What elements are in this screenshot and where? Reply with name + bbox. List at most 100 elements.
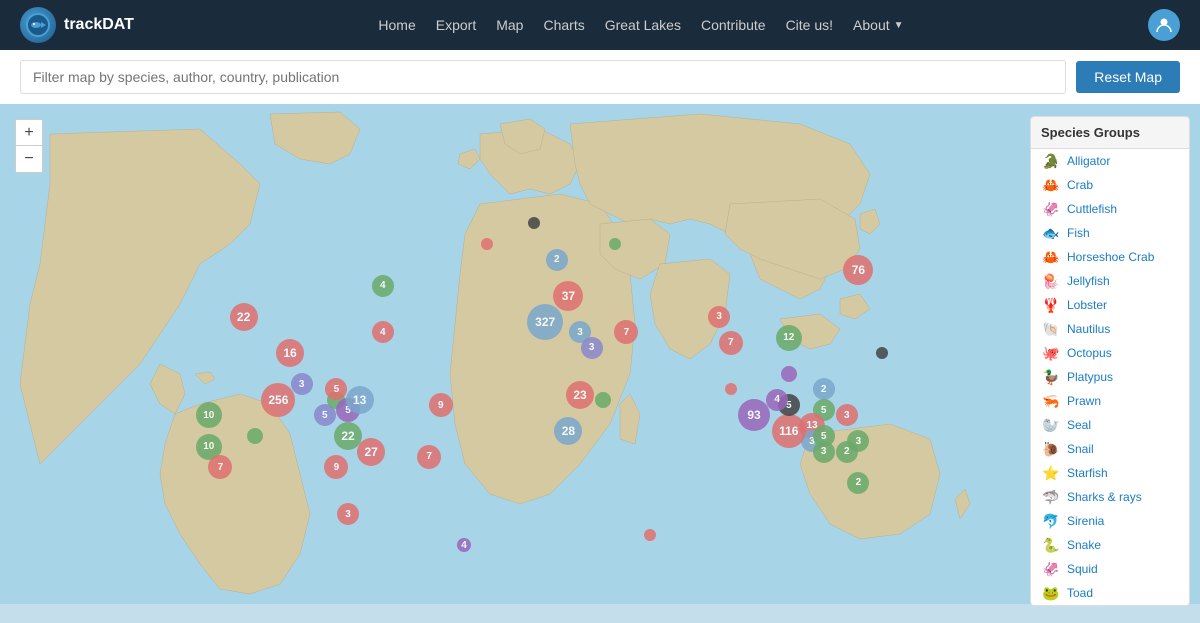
map-marker[interactable] [781,366,797,382]
map-marker[interactable]: 3 [847,430,869,452]
species-item[interactable]: 🦈 Sharks & rays [1031,485,1189,509]
species-name: Starfish [1067,466,1108,480]
zoom-out-button[interactable]: − [16,146,42,172]
logo-text: trackDAT [64,16,134,34]
map-marker[interactable] [595,392,611,408]
map-marker[interactable]: 22 [230,303,258,331]
species-item[interactable]: 🐟 Fish [1031,221,1189,245]
nav-charts[interactable]: Charts [543,17,584,33]
map-marker[interactable] [528,217,540,229]
species-icon: 🐌 [1041,441,1061,457]
chevron-down-icon: ▼ [894,20,904,31]
map-marker[interactable]: 2 [813,378,835,400]
species-item[interactable]: 🦀 Horseshoe Crab [1031,245,1189,269]
species-name: Nautilus [1067,322,1110,336]
species-panel-title: Species Groups [1031,117,1189,149]
map-marker[interactable]: 7 [614,320,638,344]
map-background[interactable]: + − 224416256355135101072227973932737332… [0,104,1200,623]
species-icon: 🐙 [1041,345,1061,361]
species-item[interactable]: 🐊 Alligator [1031,149,1189,173]
zoom-in-button[interactable]: + [16,120,42,146]
map-marker[interactable]: 27 [357,438,385,466]
nav-cite-us[interactable]: Cite us! [786,17,833,33]
map-marker[interactable]: 13 [346,386,374,414]
map-marker[interactable]: 3 [836,404,858,426]
species-item[interactable]: 🦑 Squid [1031,557,1189,581]
map-marker[interactable]: 7 [417,445,441,469]
map-marker[interactable]: 93 [738,399,770,431]
species-icon: 🐬 [1041,513,1061,529]
species-name: Seal [1067,418,1091,432]
map-marker[interactable]: 3 [291,373,313,395]
map-marker[interactable]: 16 [276,339,304,367]
species-item[interactable]: 🐢 Turtle [1031,605,1189,606]
user-avatar[interactable] [1148,9,1180,41]
species-item[interactable]: 🦀 Crab [1031,173,1189,197]
map-marker[interactable]: 12 [776,325,802,351]
nav-great-lakes[interactable]: Great Lakes [605,17,681,33]
species-item[interactable]: 🦞 Lobster [1031,293,1189,317]
species-icon: 🦈 [1041,489,1061,505]
map-marker[interactable]: 9 [324,455,348,479]
species-icon: 🦞 [1041,297,1061,313]
species-name: Snail [1067,442,1094,456]
map-marker[interactable] [481,238,493,250]
map-marker[interactable]: 327 [527,304,563,340]
map-marker[interactable]: 10 [196,402,222,428]
species-name: Prawn [1067,394,1101,408]
map-marker[interactable]: 9 [429,393,453,417]
nav-home[interactable]: Home [378,17,415,33]
map-marker[interactable]: 4 [372,275,394,297]
map-marker[interactable]: 23 [566,381,594,409]
logo[interactable]: trackDAT [20,7,134,43]
map-marker[interactable]: 5 [813,425,835,447]
species-item[interactable]: 🪼 Jellyfish [1031,269,1189,293]
map-marker[interactable]: 28 [554,417,582,445]
species-icon: 🦀 [1041,249,1061,265]
map-marker[interactable] [247,428,263,444]
species-item[interactable]: 🐌 Snail [1031,437,1189,461]
map-marker[interactable]: 3 [337,503,359,525]
species-name: Snake [1067,538,1101,552]
map-marker[interactable]: 5 [325,378,347,400]
species-name: Squid [1067,562,1098,576]
species-item[interactable]: 🐙 Octopus [1031,341,1189,365]
nav-contribute[interactable]: Contribute [701,17,766,33]
species-icon: 🪼 [1041,273,1061,289]
species-item[interactable]: 🐸 Toad [1031,581,1189,605]
map-marker[interactable]: 116 [772,414,806,448]
map-marker[interactable]: 37 [553,281,583,311]
species-item[interactable]: 🦐 Prawn [1031,389,1189,413]
map-marker[interactable]: 7 [719,331,743,355]
map-marker[interactable] [725,383,737,395]
reset-map-button[interactable]: Reset Map [1076,61,1180,93]
species-item[interactable]: 🐚 Nautilus [1031,317,1189,341]
species-item[interactable]: 🦭 Seal [1031,413,1189,437]
species-item[interactable]: 🦆 Platypus [1031,365,1189,389]
species-item[interactable]: ⭐ Starfish [1031,461,1189,485]
species-name: Sharks & rays [1067,490,1142,504]
species-name: Toad [1067,586,1093,600]
species-item[interactable]: 🐍 Snake [1031,533,1189,557]
map-marker[interactable] [644,529,656,541]
nav-map[interactable]: Map [496,17,523,33]
nav-about-dropdown[interactable]: About ▼ [853,17,904,33]
map-marker[interactable]: 7 [208,455,232,479]
map-marker[interactable]: 3 [581,337,603,359]
species-name: Horseshoe Crab [1067,250,1154,264]
nav-export[interactable]: Export [436,17,476,33]
map-marker[interactable] [609,238,621,250]
map-marker[interactable]: 4 [766,389,788,411]
map-marker[interactable]: 4 [372,321,394,343]
species-item[interactable]: 🐬 Sirenia [1031,509,1189,533]
species-icon: ⭐ [1041,465,1061,481]
map-marker[interactable]: 4 [457,538,471,552]
map-marker[interactable]: 2 [847,472,869,494]
map-marker[interactable]: 2 [546,249,568,271]
species-icon: 🐸 [1041,585,1061,601]
species-item[interactable]: 🦑 Cuttlefish [1031,197,1189,221]
map-marker[interactable]: 76 [843,255,873,285]
map-marker[interactable] [876,347,888,359]
search-input[interactable] [20,60,1066,94]
map-marker[interactable]: 3 [708,306,730,328]
